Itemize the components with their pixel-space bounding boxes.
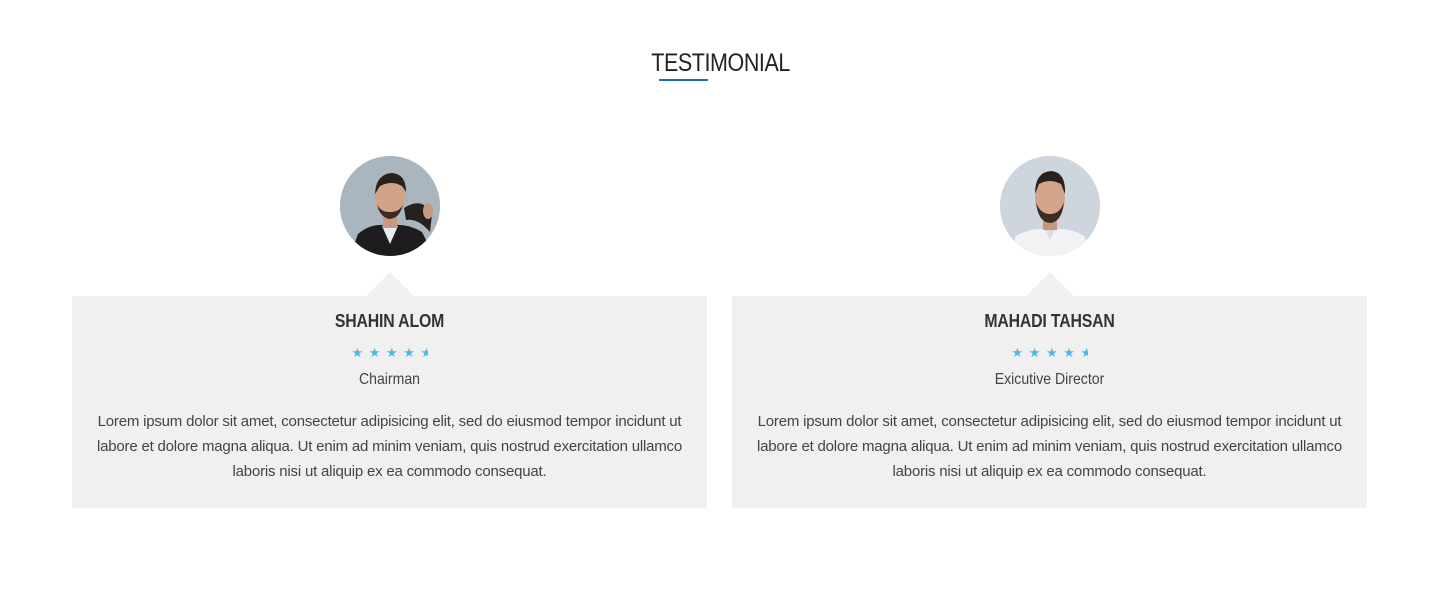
testimonial-card: MAHADI TAHSAN ★ ★ ★ ★ ★ Exicutive Direct…	[732, 156, 1367, 508]
star-icon: ★	[1063, 345, 1076, 360]
avatar	[340, 156, 440, 256]
section-title: TESTIMONIAL	[651, 49, 791, 77]
star-icon: ★	[403, 345, 416, 360]
person-avatar-icon	[1000, 156, 1100, 256]
half-star-icon: ★	[420, 346, 428, 360]
testimonial-body: MAHADI TAHSAN ★ ★ ★ ★ ★ Exicutive Direct…	[732, 296, 1367, 508]
testimonial-role: Exicutive Director	[994, 371, 1105, 388]
star-icon: ★	[1028, 345, 1042, 360]
rating-stars: ★ ★ ★ ★ ★	[72, 346, 707, 360]
card-pointer	[366, 272, 414, 296]
rating-stars: ★ ★ ★ ★ ★	[732, 346, 1367, 360]
star-icon: ★	[1046, 345, 1059, 360]
title-underline	[659, 79, 708, 81]
testimonial-section: TESTIMONIAL SHAHIN ALOM ★ ★ ★ ★ ★ Chairm…	[0, 0, 1442, 589]
person-avatar-icon	[340, 156, 440, 256]
star-icon: ★	[351, 345, 365, 360]
testimonial-quote: Lorem ipsum dolor sit amet, consectetur …	[756, 413, 1342, 480]
star-icon: ★	[386, 345, 399, 360]
testimonial-body: SHAHIN ALOM ★ ★ ★ ★ ★ Chairman Lorem ips…	[72, 296, 707, 508]
testimonial-quote: Lorem ipsum dolor sit amet, consectetur …	[96, 413, 682, 480]
testimonial-role: Chairman	[358, 371, 421, 388]
star-icon: ★	[1011, 345, 1025, 360]
star-icon: ★	[368, 345, 382, 360]
testimonial-card: SHAHIN ALOM ★ ★ ★ ★ ★ Chairman Lorem ips…	[72, 156, 707, 508]
avatar	[1000, 156, 1100, 256]
section-heading: TESTIMONIAL	[0, 48, 1442, 78]
testimonial-name: SHAHIN ALOM	[334, 311, 445, 331]
card-pointer	[1026, 272, 1074, 296]
half-star-icon: ★	[1080, 346, 1088, 360]
testimonial-name: MAHADI TAHSAN	[984, 311, 1115, 331]
